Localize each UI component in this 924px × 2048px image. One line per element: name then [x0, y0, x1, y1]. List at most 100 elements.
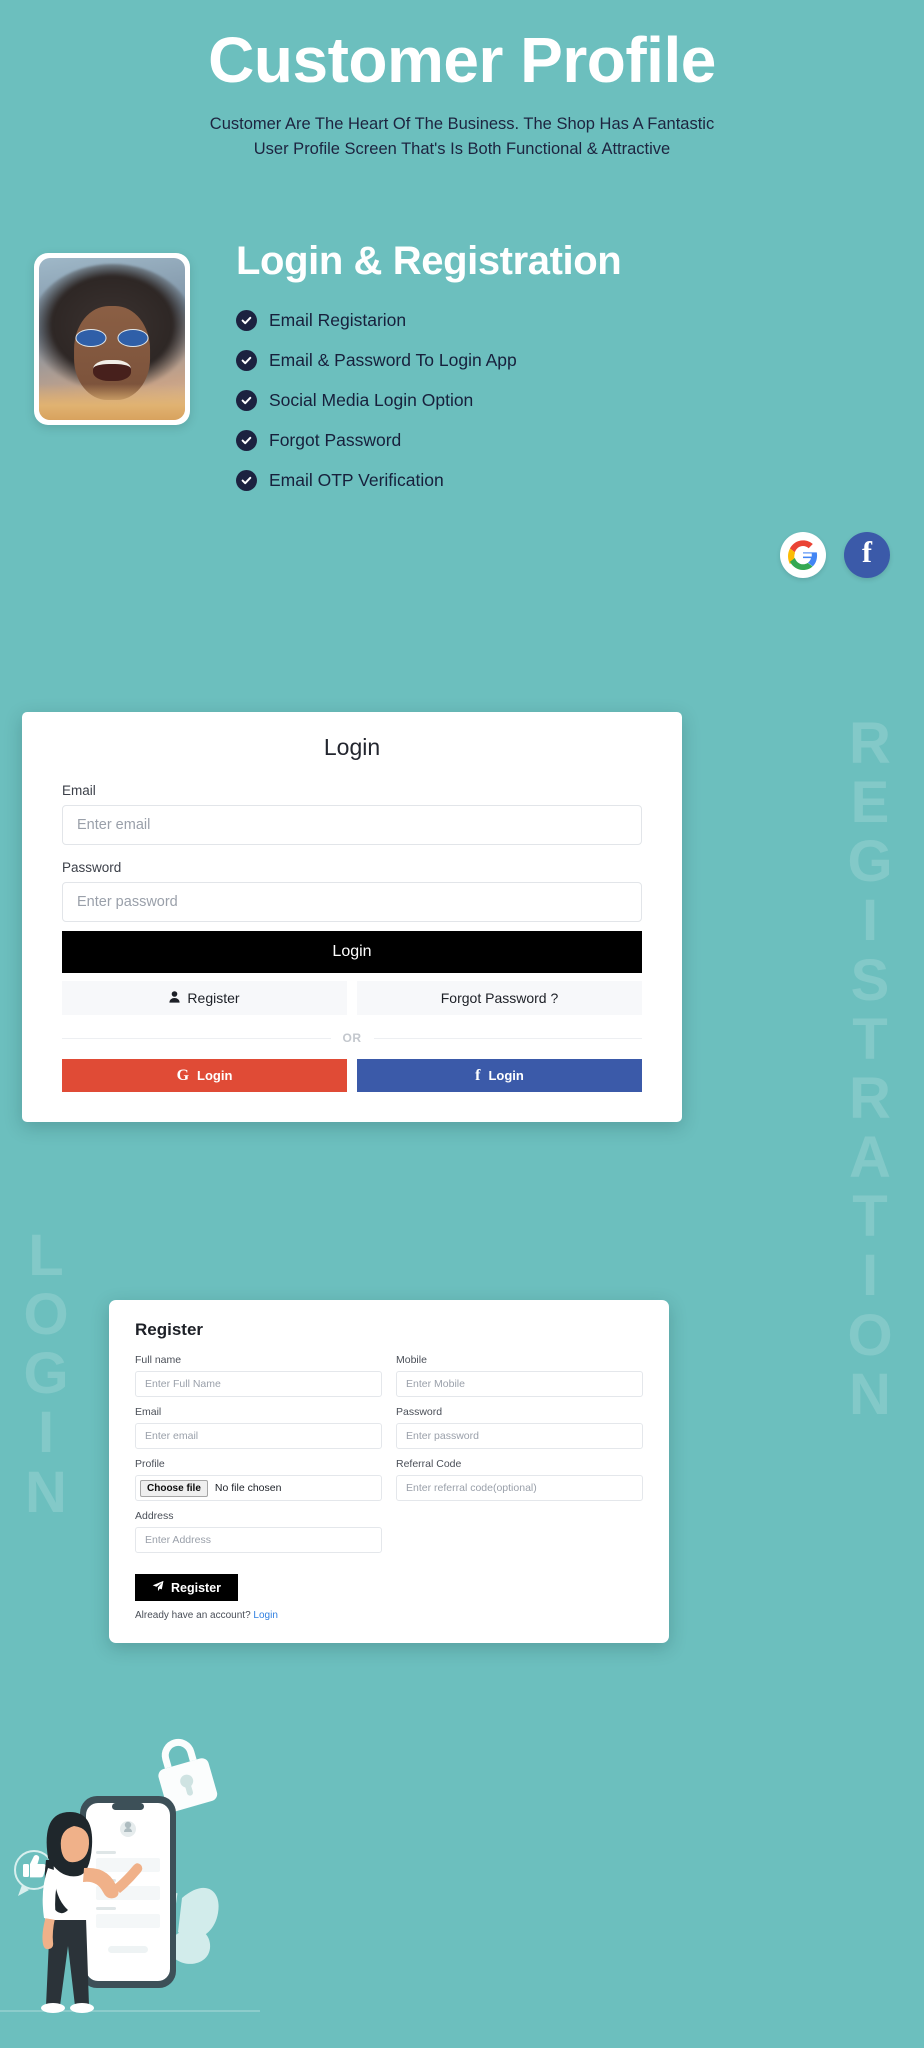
existing-account-line: Already have an account? Login [135, 1610, 643, 1621]
watermark-letter: G [23, 1341, 71, 1407]
watermark-letter: N [25, 1459, 69, 1525]
divider-line-right [373, 1037, 642, 1039]
feature-list: Email Registarion Email & Password To Lo… [236, 309, 890, 491]
phone-field-label-1 [96, 1851, 116, 1854]
existing-account-text: Already have an account? [135, 1610, 251, 1621]
feature-section: Login & Registration Email Registarion E… [0, 239, 924, 510]
choose-file-button[interactable]: Choose file [140, 1479, 208, 1497]
file-status-text: No file chosen [214, 1482, 282, 1494]
register-password-label: Password [396, 1406, 443, 1418]
register-email-input[interactable] [135, 1423, 382, 1449]
check-circle-icon [236, 309, 257, 331]
login-password-label: Password [62, 860, 122, 875]
phone-input-3 [96, 1914, 160, 1928]
facebook-login-button[interactable]: f Login [357, 1059, 642, 1092]
watermark-letter: N [849, 1361, 893, 1427]
list-item: Email Registarion [236, 309, 890, 331]
social-login-buttons: G Login f Login [62, 1059, 642, 1092]
referral-input[interactable] [396, 1475, 643, 1501]
page-header: Customer Profile Customer Are The Heart … [0, 0, 924, 163]
mobile-input[interactable] [396, 1371, 643, 1397]
register-card-title: Register [135, 1320, 204, 1339]
register-button-label: Register [187, 990, 240, 1006]
register-button[interactable]: Register [62, 981, 347, 1015]
watermark-letter: I [861, 888, 881, 954]
phone-field-label-3 [96, 1907, 116, 1910]
watermark-letter: R [849, 1065, 893, 1131]
send-icon [152, 1580, 164, 1595]
facebook-letter: f [862, 536, 872, 569]
divider-line-left [62, 1037, 331, 1039]
watermark-registration-letters: REGISTRATION [836, 714, 906, 1424]
register-email-label: Email [135, 1406, 162, 1418]
list-item: Email & Password To Login App [236, 349, 890, 371]
feature-heading: Login & Registration [236, 238, 622, 283]
list-item: Forgot Password [236, 429, 890, 451]
watermark-letter: E [850, 770, 892, 836]
user-icon [169, 990, 181, 1006]
register-submit-label: Register [171, 1580, 222, 1595]
list-item: Email OTP Verification [236, 469, 890, 491]
login-submit-button[interactable]: Login [62, 931, 642, 973]
feature-label: Forgot Password [269, 429, 402, 450]
login-card: Login Email Password Login Register Forg… [22, 712, 682, 1122]
social-icons-row: f [780, 532, 890, 578]
profile-photo-card [34, 252, 190, 425]
phone-mockup [80, 1796, 176, 1988]
feature-label: Email OTP Verification [269, 469, 444, 490]
profile-file-input[interactable]: Choose file No file chosen [135, 1475, 382, 1501]
register-col-right: Mobile Password Referral Code [396, 1354, 643, 1562]
facebook-icon[interactable]: f [844, 532, 890, 578]
watermark-letter: O [23, 1282, 71, 1348]
watermark-letter: O [847, 1302, 895, 1368]
fullname-input[interactable] [135, 1371, 382, 1397]
login-secondary-buttons: Register Forgot Password ? [62, 981, 642, 1015]
mobile-label: Mobile [396, 1354, 427, 1366]
check-circle-icon [236, 349, 257, 371]
portrait-foreground [39, 384, 185, 420]
feature-label: Social Media Login Option [269, 389, 474, 410]
login-email-input[interactable] [62, 805, 642, 845]
login-card-title: Login [323, 734, 381, 760]
watermark-letter: T [852, 1006, 890, 1072]
watermark-letter: R [849, 711, 893, 776]
sunglasses-icon [75, 328, 149, 347]
ground-line [0, 2010, 260, 2012]
login-password-input[interactable] [62, 882, 642, 922]
facebook-f-icon: f [475, 1066, 481, 1084]
watermark-letter: A [849, 1125, 893, 1191]
profile-label: Profile [135, 1458, 165, 1470]
address-input[interactable] [135, 1527, 382, 1553]
login-link[interactable]: Login [253, 1610, 277, 1621]
address-label: Address [135, 1510, 174, 1522]
feature-content: Login & Registration Email Registarion E… [236, 239, 890, 510]
watermark-login: LOGIN [12, 1226, 82, 1522]
watermark-letter: T [852, 1184, 890, 1250]
phone-input-1 [96, 1858, 160, 1872]
register-submit-button[interactable]: Register [135, 1574, 239, 1601]
watermark-letter: I [37, 1400, 57, 1466]
watermark-login-letters: LOGIN [12, 1226, 82, 1522]
list-item: Social Media Login Option [236, 389, 890, 411]
register-password-input[interactable] [396, 1423, 643, 1449]
watermark-registration: REGISTRATION [836, 714, 906, 1424]
google-icon[interactable] [780, 532, 826, 578]
login-email-label: Email [62, 783, 96, 798]
profile-photo [39, 257, 185, 420]
check-circle-icon [236, 389, 257, 411]
google-login-label: Login [197, 1068, 233, 1083]
watermark-letter: S [850, 947, 892, 1013]
forgot-password-button[interactable]: Forgot Password ? [357, 981, 642, 1015]
watermark-letter: L [28, 1223, 66, 1288]
page-title: Customer Profile [208, 24, 716, 96]
feature-label: Email & Password To Login App [269, 349, 517, 370]
watermark-letter: I [861, 1243, 881, 1309]
referral-label: Referral Code [396, 1458, 462, 1470]
portrait-mouth [93, 359, 131, 381]
google-login-button[interactable]: G Login [62, 1059, 347, 1092]
or-divider: OR [62, 1031, 642, 1045]
page-subtitle-line-2: User Profile Screen That's Is Both Funct… [253, 140, 671, 159]
facebook-login-label: Login [488, 1068, 524, 1083]
or-label: OR [342, 1031, 362, 1045]
fullname-label: Full name [135, 1354, 182, 1366]
